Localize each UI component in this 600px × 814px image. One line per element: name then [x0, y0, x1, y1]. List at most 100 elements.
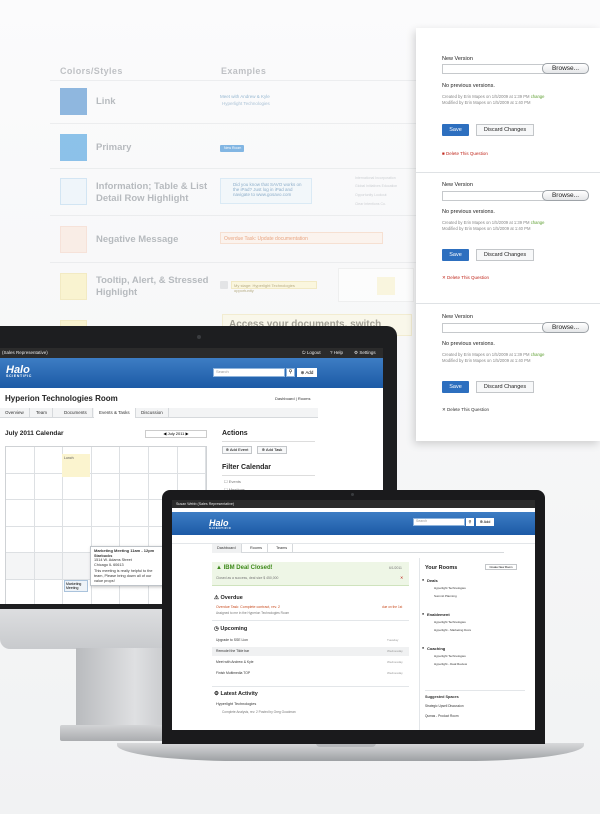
room-item[interactable]: Hyperlight Technologies: [434, 620, 466, 624]
calendar-day-cell[interactable]: [63, 553, 92, 580]
file-input[interactable]: [442, 64, 556, 74]
discard-changes-button[interactable]: Discard Changes: [476, 249, 534, 261]
search-input[interactable]: Search: [413, 518, 465, 526]
room-item[interactable]: Summit Planning: [434, 594, 457, 598]
change-link[interactable]: change: [531, 220, 545, 225]
suggested-item[interactable]: Strategic Upsell Discussion: [425, 704, 464, 708]
calendar-day-cell[interactable]: [63, 473, 92, 500]
calendar-day-cell[interactable]: [63, 500, 92, 527]
tab-teams[interactable]: Teams: [271, 544, 294, 553]
calendar-day-cell[interactable]: [177, 447, 207, 474]
tab-team[interactable]: Team: [31, 408, 54, 418]
deal-closed-banner: ▲ IBM Deal Closed! Closed as a success, …: [212, 562, 409, 586]
logout-link[interactable]: ⏻ Logout: [302, 348, 321, 358]
calendar-day-cell[interactable]: [91, 473, 121, 500]
calendar-day-cell[interactable]: [120, 447, 149, 474]
file-input[interactable]: [442, 323, 556, 333]
delete-question-link[interactable]: ✕ Delete This Question: [442, 407, 489, 413]
calendar-day-cell[interactable]: [6, 500, 35, 527]
calendar-day-cell[interactable]: [91, 500, 121, 527]
file-input[interactable]: [442, 191, 556, 201]
activity-item[interactable]: Complete Analysis, rev. 2 Posted by Greg…: [222, 710, 296, 714]
camera-dot: [351, 493, 354, 496]
tab-overview[interactable]: Overview: [0, 408, 30, 418]
marketing-composite: Colors/Styles Examples Link Meet with An…: [0, 0, 600, 814]
help-link[interactable]: ? Help: [330, 348, 343, 358]
tab-rooms[interactable]: Rooms: [245, 544, 269, 553]
search-input[interactable]: Search: [213, 368, 285, 377]
delete-question-link[interactable]: ✕ Delete This Question: [442, 275, 489, 281]
divider: [50, 123, 420, 124]
breadcrumb[interactable]: Dashboard | Rooms: [275, 396, 311, 401]
room-group-title[interactable]: Deals: [427, 578, 438, 583]
room-item[interactable]: Hyperlight Technologies: [434, 586, 466, 590]
change-link[interactable]: change: [531, 94, 545, 99]
upcoming-name: Upgrade to SSE Lion: [216, 638, 248, 642]
tab-discussion[interactable]: Discussion: [136, 408, 169, 418]
calendar-day-cell[interactable]: [149, 447, 178, 474]
calendar-day-cell[interactable]: [120, 473, 149, 500]
tab-events-tasks[interactable]: Events & Tasks: [94, 408, 136, 418]
add-event-button[interactable]: ⊕ Add Event: [222, 446, 252, 454]
month-selector[interactable]: ◀ July 2011 ▶: [145, 430, 207, 438]
calendar-day-cell[interactable]: [6, 553, 35, 580]
discard-changes-button[interactable]: Discard Changes: [476, 124, 534, 136]
deal-title: ▲ IBM Deal Closed!: [216, 565, 273, 571]
save-button[interactable]: Save: [442, 124, 469, 136]
upcoming-name: Meet with Andrew & Kyle: [216, 660, 254, 664]
calendar-day-cell[interactable]: [6, 447, 35, 474]
calendar-day-cell[interactable]: [34, 447, 64, 474]
calendar-day-cell[interactable]: [6, 526, 35, 553]
room-group-title[interactable]: Enablement: [427, 612, 450, 617]
activity-room[interactable]: Hyperlight Technologies: [216, 702, 256, 706]
calendar-day-cell[interactable]: [34, 553, 64, 580]
calendar-day-cell[interactable]: [34, 473, 64, 500]
calendar-day-cell[interactable]: [120, 500, 149, 527]
calendar-day-cell[interactable]: [6, 579, 35, 604]
calendar-day-cell[interactable]: [63, 526, 92, 553]
room-item[interactable]: Hyperlight Technologies: [434, 654, 466, 658]
discard-changes-button[interactable]: Discard Changes: [476, 381, 534, 393]
modified-meta: Modified by Erin Mapes on 1/5/2009 at 1:…: [442, 100, 531, 105]
room-item[interactable]: Hyperlight - Marketing Docs: [434, 628, 471, 632]
upcoming-row[interactable]: Meet with Andrew & Kyle Wednesday: [212, 658, 409, 667]
add-button[interactable]: ⊕ Add: [476, 518, 494, 526]
calendar-day-cell[interactable]: [6, 473, 35, 500]
calendar-day-cell[interactable]: [35, 579, 64, 604]
settings-link[interactable]: ⚙ Settings: [354, 348, 376, 358]
dismiss-icon[interactable]: ✕: [400, 575, 403, 580]
search-icon[interactable]: ⚲: [286, 368, 295, 377]
version-section: New Version Browse... No previous versio…: [416, 160, 600, 290]
suggested-item[interactable]: Qumas - Product Room: [425, 714, 458, 718]
upcoming-row[interactable]: Upgrade to SSE Lion Tuesday: [212, 636, 409, 645]
browse-button[interactable]: Browse...: [542, 63, 589, 74]
halo-logo[interactable]: Halo SCIENTIFIC: [6, 364, 32, 378]
room-group-title[interactable]: Coaching: [427, 646, 445, 651]
browse-button[interactable]: Browse...: [542, 322, 589, 333]
change-link[interactable]: change: [531, 352, 545, 357]
browse-button[interactable]: Browse...: [542, 190, 589, 201]
upcoming-name: Finish Multimedia TOP: [216, 671, 251, 675]
delete-question-link[interactable]: ■ Delete This Question: [442, 151, 488, 156]
search-icon[interactable]: ⚲: [466, 518, 474, 526]
save-button[interactable]: Save: [442, 249, 469, 261]
add-task-button[interactable]: ⊕ Add Task: [257, 446, 287, 454]
room-item[interactable]: Hyperlight - Deal Review: [434, 662, 467, 666]
calendar-day-cell[interactable]: [91, 447, 121, 474]
add-button[interactable]: ⊕ Add: [297, 368, 317, 377]
calendar-day-cell[interactable]: [34, 500, 64, 527]
modified-meta: Modified by Erin Mapes on 1/5/2009 at 1:…: [442, 358, 531, 363]
create-room-button[interactable]: Create New Room: [485, 564, 517, 570]
save-button[interactable]: Save: [442, 381, 469, 393]
overdue-item[interactable]: Overdue Task: Complete contract, rev. 2: [216, 605, 280, 609]
tab-dashboard[interactable]: Dashboard: [212, 544, 242, 553]
version-section: New Version Browse... No previous versio…: [416, 28, 600, 158]
halo-logo[interactable]: Halo SCIENTIFIC: [209, 518, 232, 530]
filter-events-checkbox[interactable]: ☐ Events: [224, 479, 241, 484]
calendar-day-cell[interactable]: [34, 526, 64, 553]
deal-subtitle: Closed as a success, deal size $ 450,000: [216, 576, 279, 580]
upcoming-row[interactable]: Remodel the Tilde bar Wednesday: [212, 647, 409, 656]
upcoming-row[interactable]: Finish Multimedia TOP Wednesday: [212, 669, 409, 678]
tab-documents[interactable]: Documents: [59, 408, 93, 418]
event-chip[interactable]: Marketing Meeting: [64, 580, 88, 592]
